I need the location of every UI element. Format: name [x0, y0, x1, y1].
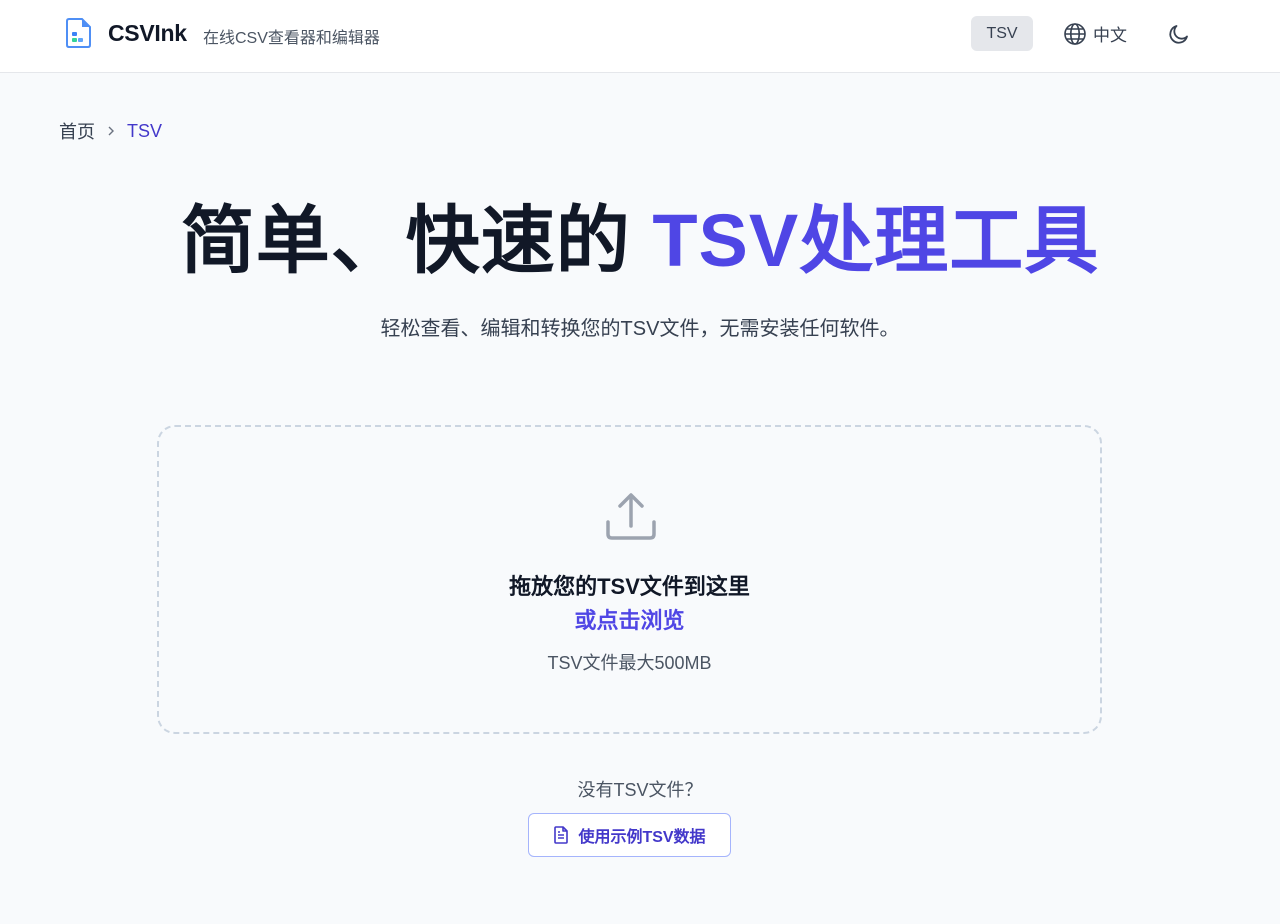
globe-icon: [1064, 22, 1086, 45]
csvink-logo-icon[interactable]: [64, 18, 92, 48]
hero-title-accent: TSV处理工具: [652, 199, 1100, 282]
breadcrumb-home-link[interactable]: 首页: [59, 118, 95, 144]
top-header: CSVInk 在线CSV查看器和编辑器 TSV 中文: [0, 0, 1280, 73]
hero-title: 简单、快速的 TSV处理工具: [0, 196, 1280, 286]
browse-link[interactable]: 或点击浏览: [159, 603, 1100, 635]
brand-name[interactable]: CSVInk: [108, 20, 187, 47]
drop-zone-title: 拖放您的TSV文件到这里: [509, 574, 750, 599]
breadcrumb-current: TSV: [127, 120, 163, 141]
brand-tagline: 在线CSV查看器和编辑器: [203, 30, 380, 47]
language-button[interactable]: 中文: [1058, 16, 1136, 51]
hero-subtitle: 轻松查看、编辑和转换您的TSV文件，无需安装任何软件。: [380, 318, 900, 340]
use-sample-data-label: 使用示例TSV数据: [578, 829, 706, 846]
tsv-button[interactable]: TSV: [971, 16, 1033, 51]
hero-title-plain: 简单、快速的: [180, 199, 631, 282]
moon-icon: [1169, 24, 1188, 44]
upload-icon: [606, 493, 656, 540]
use-sample-data-button[interactable]: 使用示例TSV数据: [528, 813, 731, 857]
document-icon: [554, 826, 569, 844]
language-label: 中文: [1093, 26, 1127, 45]
chevron-right-icon: [108, 126, 114, 136]
no-file-prompt: 没有TSV文件？: [577, 780, 703, 800]
file-drop-zone[interactable]: 拖放您的TSV文件到这里 或点击浏览 TSV文件最大500MB: [157, 425, 1102, 734]
file-size-limit: TSV文件最大500MB: [547, 653, 712, 673]
theme-toggle-button[interactable]: [1162, 16, 1196, 51]
breadcrumb: 首页 TSV: [59, 118, 162, 144]
